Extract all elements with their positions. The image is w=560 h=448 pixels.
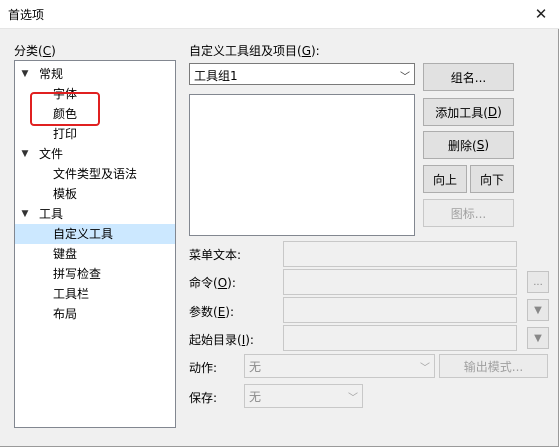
icon-button[interactable]: 图标... (423, 199, 514, 227)
command-browse-button[interactable]: ... (527, 271, 549, 293)
category-label: 分类(C) (14, 42, 56, 59)
command-label-end: ): (227, 276, 236, 290)
tree-item-label: 文件 (39, 147, 64, 161)
tree-item-label: 自定义工具 (53, 227, 114, 241)
add-tool-label-end: ) (497, 105, 502, 119)
command-field[interactable] (283, 269, 517, 295)
add-tool-label-key: D (487, 105, 498, 119)
action-select[interactable]: 无 ﹀ (244, 354, 435, 378)
tree-item-label: 工具 (39, 207, 64, 221)
tree-item-label: 布局 (53, 307, 78, 321)
tree-item-custom-tools[interactable]: 自定义工具 (15, 224, 175, 244)
command-label-key: O (217, 276, 228, 290)
icon-button-label: 图标... (450, 206, 487, 221)
output-mode-button[interactable]: 输出模式... (439, 354, 548, 378)
group-name-button[interactable]: 组名... (423, 63, 514, 91)
tool-group-label: 自定义工具组及项目(G): (189, 42, 320, 59)
tool-group-select[interactable]: 工具组1 ﹀ (189, 63, 415, 85)
move-up-button[interactable]: 向上 (423, 165, 467, 193)
params-label: 参数(E): (189, 303, 234, 320)
preferences-dialog: 首选项 ✕ 分类(C) ▼ 常规 字体 颜色 打印 ▼ 文件 文件类型及语法 模… (0, 0, 559, 447)
startdir-label: 起始目录(I): (189, 331, 254, 348)
tree-item-tools[interactable]: ▼ 工具 (19, 204, 169, 224)
chevron-down-icon: ▼ (534, 304, 542, 316)
delete-label-text: 删除( (448, 138, 477, 153)
tool-group-label-key: G (301, 44, 311, 58)
tree-item-print[interactable]: 打印 (53, 124, 77, 144)
category-label-text: 分类( (14, 44, 43, 58)
title-bar: 首选项 ✕ (0, 0, 559, 29)
chevron-down-icon: ﹀ (348, 393, 358, 404)
chevron-down-icon: ﹀ (420, 363, 430, 374)
command-label: 命令(O): (189, 274, 236, 291)
output-mode-label: 输出模式... (463, 359, 524, 374)
tree-item-keyboard[interactable]: 键盘 (53, 244, 77, 264)
tree-item-file[interactable]: ▼ 文件 (19, 144, 169, 164)
startdir-field[interactable] (283, 325, 517, 351)
save-select-value: 无 (249, 390, 262, 404)
chevron-down-icon: ﹀ (400, 72, 410, 83)
tree-item-label: 模板 (53, 187, 78, 201)
chevron-down-icon: ▼ (534, 332, 542, 344)
tree-item-spellcheck[interactable]: 拼写检查 (53, 264, 101, 284)
window-title: 首选项 (8, 8, 45, 22)
tool-group-label-text: 自定义工具组及项目( (189, 44, 302, 58)
move-down-button[interactable]: 向下 (470, 165, 514, 193)
close-icon[interactable]: ✕ (531, 4, 551, 24)
tree-item-label: 常规 (39, 67, 64, 81)
category-label-key: C (42, 44, 52, 58)
action-label: 动作: (189, 361, 218, 375)
annotation-highlight-box (30, 92, 100, 126)
category-label-end: ) (51, 44, 56, 58)
menu-text-label: 菜单文本: (189, 248, 242, 262)
tree-item-toolbar[interactable]: 工具栏 (53, 284, 89, 304)
startdir-label-text: 起始目录( (189, 333, 242, 347)
delete-button[interactable]: 删除(S) (423, 131, 514, 159)
move-down-label: 向下 (479, 172, 504, 187)
tree-item-filetypes[interactable]: 文件类型及语法 (53, 164, 137, 184)
params-label-end: ): (225, 305, 235, 319)
move-up-label: 向上 (432, 172, 457, 187)
tree-item-label: 工具栏 (53, 287, 90, 301)
tree-item-label: 键盘 (53, 247, 78, 261)
delete-label-key: S (476, 138, 485, 152)
tree-item-label: 文件类型及语法 (53, 167, 138, 181)
chevron-down-icon[interactable]: ▼ (19, 204, 31, 224)
add-tool-button[interactable]: 添加工具(D) (423, 98, 514, 126)
delete-label-end: ) (484, 138, 489, 152)
action-select-value: 无 (249, 360, 262, 374)
add-tool-label-text: 添加工具( (435, 105, 488, 120)
tool-group-select-value: 工具组1 (194, 69, 238, 83)
command-browse-label: ... (533, 276, 543, 288)
params-label-text: 参数( (189, 305, 218, 319)
params-dropdown-button[interactable]: ▼ (527, 299, 549, 321)
chevron-down-icon[interactable]: ▼ (19, 64, 31, 84)
tree-item-label: 拼写检查 (53, 267, 102, 281)
tree-item-layout[interactable]: 布局 (53, 304, 77, 324)
save-label: 保存: (189, 391, 218, 405)
startdir-dropdown-button[interactable]: ▼ (527, 327, 549, 349)
tree-item-templates[interactable]: 模板 (53, 184, 77, 204)
tree-item-general[interactable]: ▼ 常规 (19, 64, 169, 84)
tool-items-list[interactable] (189, 94, 415, 236)
save-select[interactable]: 无 ﹀ (244, 384, 363, 408)
command-label-text: 命令( (189, 276, 218, 290)
startdir-label-end: ): (245, 333, 254, 347)
tree-item-label: 打印 (53, 127, 78, 141)
group-name-button-label: 组名... (450, 70, 487, 85)
tool-group-label-end: ): (311, 44, 320, 58)
params-field[interactable] (283, 297, 517, 323)
menu-text-field[interactable] (283, 241, 517, 267)
chevron-down-icon[interactable]: ▼ (19, 144, 31, 164)
